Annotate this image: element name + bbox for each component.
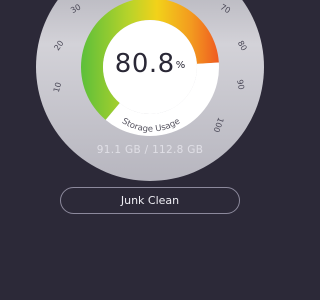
- usage-percent-readout: 80.8%: [100, 49, 200, 79]
- usage-percent-value: 80.8: [114, 49, 175, 79]
- storage-amount: 91.1 GB / 112.8 GB: [96, 144, 204, 156]
- tick-label-90: 90: [235, 79, 246, 91]
- junk-clean-button[interactable]: Junk Clean: [60, 187, 240, 214]
- usage-percent-unit: %: [175, 60, 186, 71]
- storage-screen: Storage Usage 10 20 30 70 80 90 100 80.8…: [0, 0, 300, 300]
